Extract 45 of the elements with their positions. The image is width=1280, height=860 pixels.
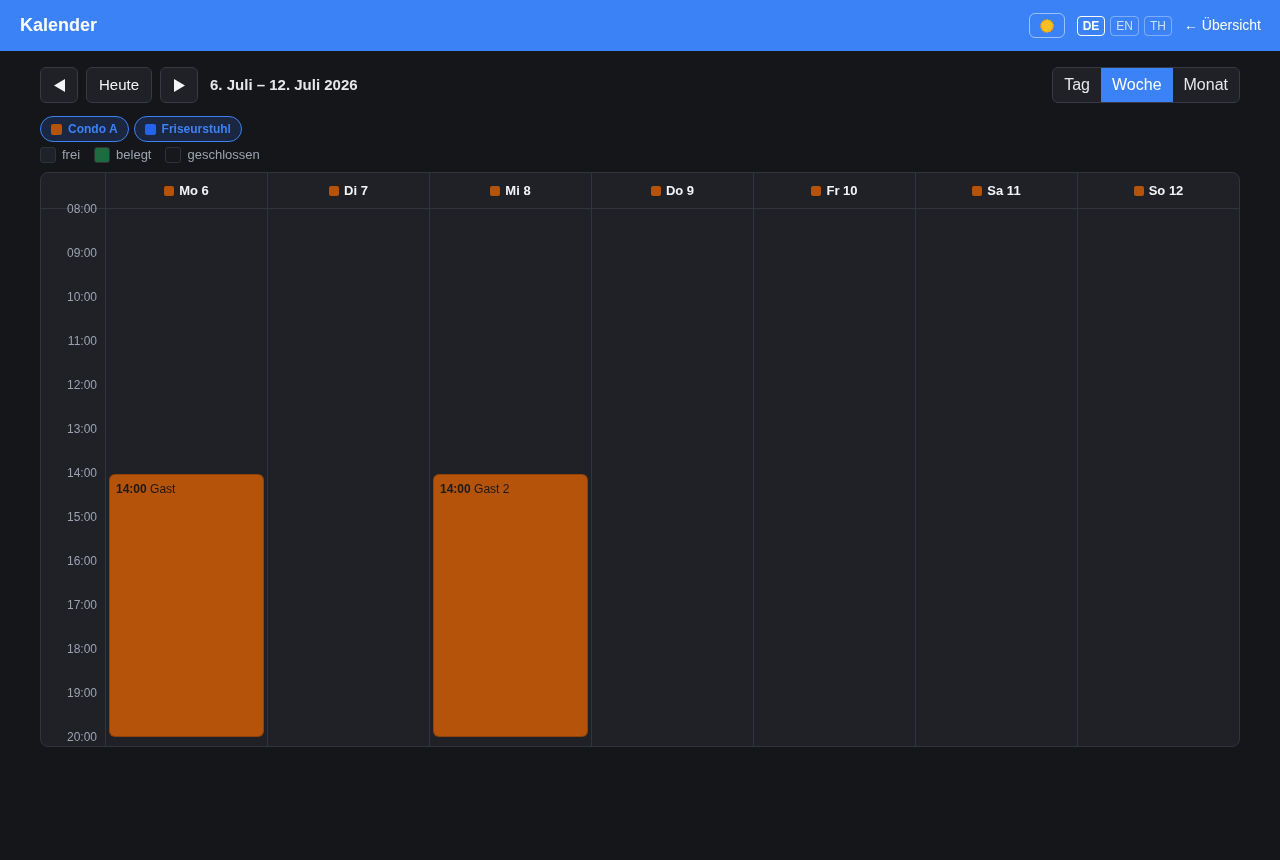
day-header: Sa 11 — [987, 181, 1021, 200]
left-triangle-icon — [53, 78, 65, 92]
view-tab[interactable]: Tag — [1053, 68, 1101, 102]
resource-chip[interactable]: Condo A — [40, 116, 129, 142]
next-button[interactable] — [160, 67, 199, 103]
day-header: Mo 6 — [179, 181, 209, 200]
today-button[interactable]: Heute — [86, 67, 153, 103]
time-label: 10:00 — [66, 289, 97, 305]
time-label: 08:00 — [66, 201, 97, 217]
resource-chip[interactable]: Friseurstuhl — [133, 116, 242, 142]
time-label: 13:00 — [66, 421, 97, 437]
day-header: Di 7 — [344, 181, 368, 200]
time-label: 14:00 — [66, 465, 97, 481]
legend-label: geschlossen — [187, 146, 260, 165]
day-header: So 12 — [1148, 181, 1184, 200]
time-label: 11:00 — [67, 333, 97, 349]
time-label: 16:00 — [66, 553, 97, 569]
language-button[interactable]: DE — [1076, 15, 1106, 36]
app-title: Kalender — [20, 14, 98, 37]
event-label: 14:00 Gast 2 — [440, 482, 510, 496]
time-label: 18:00 — [66, 641, 97, 657]
view-tab[interactable]: Monat — [1172, 68, 1239, 102]
overview-link[interactable]: ← Übersicht — [1183, 15, 1261, 36]
date-range: 6. Juli – 12. Juli 2026 — [210, 74, 358, 95]
legend-label: belegt — [116, 146, 152, 165]
day-header: Do 9 — [665, 181, 695, 200]
time-label: 15:00 — [66, 509, 97, 525]
theme-toggle-button[interactable] — [1028, 13, 1065, 38]
legend-label: frei — [62, 146, 81, 165]
event-block[interactable]: 14:00 Gast — [109, 474, 264, 737]
time-label: 12:00 — [66, 377, 97, 393]
time-label: 20:00 — [66, 729, 97, 745]
language-button[interactable]: EN — [1110, 15, 1139, 36]
event-label: 14:00 Gast — [116, 482, 176, 496]
event-block[interactable]: 14:00 Gast 2 — [433, 474, 588, 737]
day-header: Mi 8 — [505, 181, 531, 200]
view-tab[interactable]: Woche — [1101, 68, 1173, 102]
time-label: 17:00 — [66, 597, 97, 613]
day-header: Fr 10 — [826, 181, 858, 200]
time-label: 19:00 — [66, 685, 97, 701]
right-triangle-icon — [173, 78, 185, 92]
previous-button[interactable] — [40, 67, 78, 103]
time-label: 09:00 — [66, 245, 97, 261]
sun-icon — [1037, 16, 1056, 35]
language-button[interactable]: TH — [1143, 15, 1172, 36]
